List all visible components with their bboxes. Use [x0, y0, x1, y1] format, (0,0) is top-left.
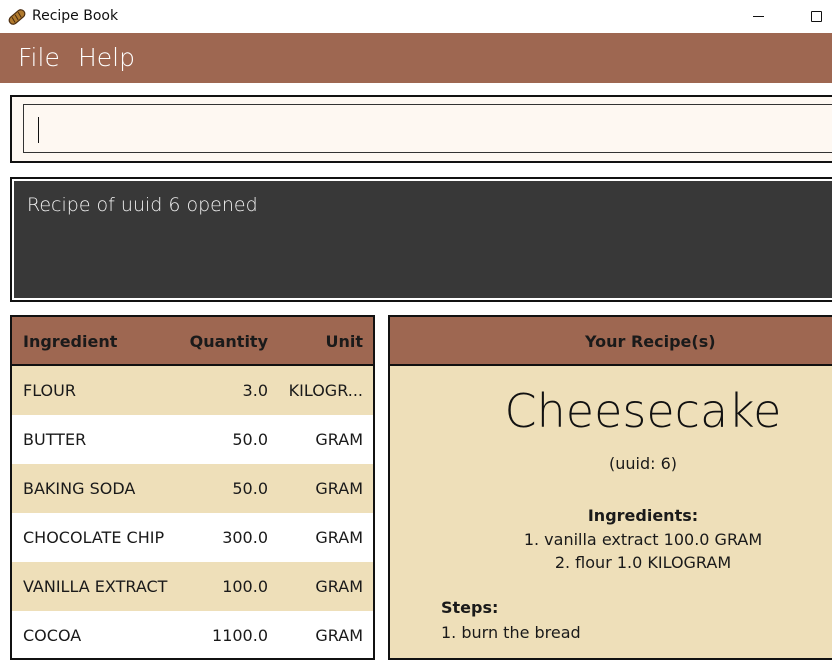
maximize-button[interactable]	[796, 0, 832, 33]
command-input-wrapper	[23, 104, 832, 153]
recipe-uuid: (uuid: 6)	[608, 454, 678, 473]
recipe-ingredient-line: 2. flour 1.0 KILOGRAM	[554, 553, 732, 572]
cell-unit: KILOGR...	[288, 381, 363, 400]
table-row[interactable]: VANILLA EXTRACT 100.0 GRAM	[12, 562, 373, 611]
cell-unit: GRAM	[315, 577, 363, 596]
recipe-name: Cheesecake	[504, 384, 782, 438]
recipe-panel: Your Recipe(s) Cheesecake (uuid: 6) Ingr…	[388, 315, 832, 660]
cell-ingredient: FLOUR	[23, 381, 76, 400]
maximize-icon	[810, 11, 822, 22]
recipe-panel-title: Your Recipe(s)	[585, 332, 716, 351]
cell-unit: GRAM	[315, 626, 363, 645]
result-display: Recipe of uuid 6 opened	[10, 177, 832, 302]
text-caret	[38, 117, 39, 143]
cell-ingredient: BUTTER	[23, 430, 87, 449]
ingredient-table: Ingredient Quantity Unit FLOUR 3.0 KILOG…	[10, 315, 375, 660]
cell-unit: GRAM	[315, 528, 363, 547]
menu-file[interactable]: File	[18, 43, 60, 73]
cell-unit: GRAM	[315, 430, 363, 449]
command-input[interactable]	[24, 105, 832, 152]
cell-ingredient: COCOA	[23, 626, 82, 645]
recipe-step-line: 1. burn the bread	[441, 623, 581, 642]
menu-bar: File Help	[0, 33, 832, 83]
table-row[interactable]: BAKING SODA 50.0 GRAM	[12, 464, 373, 513]
recipe-ingredient-line: 1. vanilla extract 100.0 GRAM	[523, 530, 763, 549]
table-row[interactable]: BUTTER 50.0 GRAM	[12, 415, 373, 464]
cell-quantity: 1100.0	[212, 626, 268, 645]
cell-quantity: 50.0	[232, 479, 268, 498]
table-row[interactable]: FLOUR 3.0 KILOGR...	[12, 366, 373, 415]
cell-ingredient: VANILLA EXTRACT	[23, 577, 168, 596]
recipe-steps-title: Steps:	[441, 598, 499, 617]
result-display-area: Recipe of uuid 6 opened	[14, 181, 832, 298]
recipe-panel-header: Your Recipe(s)	[390, 317, 832, 366]
result-message: Recipe of uuid 6 opened	[27, 194, 258, 216]
minimize-button[interactable]	[738, 0, 778, 33]
window-titlebar: Recipe Book	[0, 0, 832, 33]
cell-quantity: 3.0	[242, 381, 268, 400]
column-header-quantity[interactable]: Quantity	[190, 332, 268, 351]
window-title: Recipe Book	[32, 8, 119, 24]
column-header-ingredient[interactable]: Ingredient	[23, 332, 117, 351]
minimize-icon	[752, 16, 764, 17]
column-header-unit[interactable]: Unit	[325, 332, 363, 351]
cell-ingredient: BAKING SODA	[23, 479, 136, 498]
menu-help[interactable]: Help	[78, 43, 135, 73]
bread-icon	[8, 9, 26, 25]
table-row[interactable]: CHOCOLATE CHIP 300.0 GRAM	[12, 513, 373, 562]
cell-quantity: 100.0	[222, 577, 268, 596]
cell-unit: GRAM	[315, 479, 363, 498]
table-row[interactable]: COCOA 1100.0 GRAM	[12, 611, 373, 658]
cell-quantity: 50.0	[232, 430, 268, 449]
recipe-ingredients-title: Ingredients:	[587, 506, 699, 525]
ingredient-table-header: Ingredient Quantity Unit	[12, 317, 373, 366]
cell-quantity: 300.0	[222, 528, 268, 547]
command-box	[10, 95, 832, 163]
cell-ingredient: CHOCOLATE CHIP	[23, 528, 165, 547]
